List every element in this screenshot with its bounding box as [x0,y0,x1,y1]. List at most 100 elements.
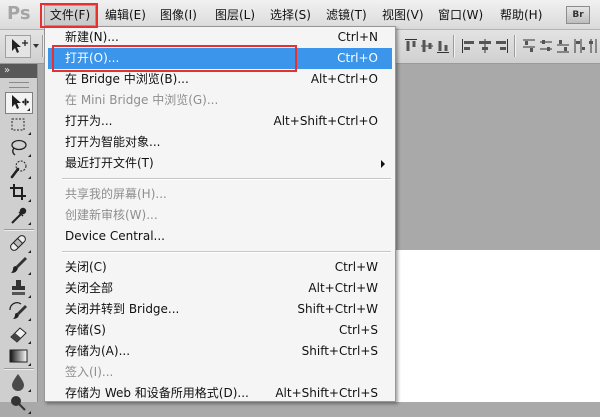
options-separator [514,35,516,57]
menu-item-label: 创建新审核(W)... [65,208,158,222]
menu-item-label: 打开为智能对象... [65,135,161,149]
menu-item-browse-in-bridge[interactable]: 在 Bridge 中浏览(B)... Alt+Ctrl+O [48,69,392,90]
photoshop-logo: Ps [7,3,31,24]
menu-item-save-as[interactable]: 存储为(A)... Shift+Ctrl+S [48,341,392,362]
move-tool-icon [12,39,28,53]
tool-gradient[interactable] [5,346,33,368]
align-top-edges-icon[interactable] [404,38,418,54]
menu-item-close-and-go-to-bridge[interactable]: 关闭并转到 Bridge... Shift+Ctrl+W [48,299,392,320]
align-bottom-edges-icon[interactable] [436,38,450,54]
menu-view[interactable]: 视图(V) [382,6,424,24]
menu-item-shortcut: Shift+Ctrl+S [301,344,378,358]
menu-item-label: 打开为... [65,114,113,128]
tools-separator [4,368,34,370]
lasso-tool-icon [11,139,27,156]
move-tool-icon [12,95,29,109]
align-horizontal-centers-icon[interactable] [478,38,492,54]
align-left-edges-icon[interactable] [461,38,475,54]
menu-separator [45,247,395,257]
distribute-bottom-icon[interactable] [556,38,570,54]
menu-item-shortcut: Ctrl+S [338,323,378,337]
annotation-box-file-menu [40,3,98,28]
annotation-box-open-item [52,45,297,72]
tool-quick-selection[interactable] [5,159,33,181]
menu-window[interactable]: 窗口(W) [438,6,483,24]
menu-item-label: 关闭(C) [65,260,107,274]
quick-selection-tool-icon [10,160,27,179]
menu-item-shortcut: Alt+Ctrl+W [308,281,378,295]
eraser-tool-icon [10,327,27,343]
menu-item-browse-in-mini-bridge: 在 Mini Bridge 中浏览(G)... [48,90,392,111]
tool-clone-stamp[interactable] [5,278,33,300]
menu-item-label: 存储为(A)... [65,344,131,358]
collapse-panel-icon[interactable]: » [4,65,10,76]
menu-item-label: 关闭并转到 Bridge... [65,302,180,316]
menu-separator [45,174,395,184]
document-area [396,250,600,402]
bridge-button[interactable]: Br [566,6,590,24]
menu-item-label: 在 Bridge 中浏览(B)... [65,72,189,86]
menu-item-shortcut: Ctrl+W [334,260,378,274]
brush-tool-icon [11,257,27,273]
tools-panel-header[interactable]: » [0,64,37,78]
tool-brush[interactable] [5,255,33,277]
menu-item-shortcut: Alt+Ctrl+O [310,72,378,86]
menu-item-shortcut: Ctrl+N [337,30,378,44]
distribute-vertical-centers-icon[interactable] [539,38,553,54]
clone-stamp-tool-icon [12,280,25,295]
menu-item-open-as-smart-object[interactable]: 打开为智能对象... [48,132,392,153]
menu-item-label: 共享我的屏幕(H)... [65,187,167,201]
menu-item-check-in: 签入(I)... [48,362,392,383]
menu-item-open-recent[interactable]: 最近打开文件(T) [48,153,392,174]
eyedropper-tool-icon [11,207,27,224]
menu-item-close[interactable]: 关闭(C) Ctrl+W [48,257,392,278]
panel-grip[interactable] [9,82,29,88]
menu-item-save[interactable]: 存储(S) Ctrl+S [48,320,392,341]
menu-item-label: 存储(S) [65,323,106,337]
menu-edit[interactable]: 编辑(E) [105,6,146,24]
menu-item-label: 签入(I)... [65,365,114,379]
submenu-arrow-icon [381,160,385,168]
menu-item-device-central[interactable]: Device Central... [48,226,392,247]
chevron-down-icon[interactable] [33,44,39,49]
distribute-left-icon[interactable] [573,38,585,54]
tool-blur[interactable] [5,372,33,394]
tools-panel: » [0,64,38,414]
distribute-horizontal-centers-icon[interactable] [588,38,598,54]
menu-item-shortcut: Alt+Shift+Ctrl+O [273,114,378,128]
tool-dodge[interactable] [5,394,33,416]
tools-separator [4,229,34,231]
gradient-tool-icon [9,349,28,363]
menu-item-open-as[interactable]: 打开为... Alt+Shift+Ctrl+O [48,111,392,132]
tool-history-brush[interactable] [5,301,33,323]
options-separator [453,35,455,57]
align-right-edges-icon[interactable] [495,38,509,54]
marquee-tool-icon [11,118,25,131]
crop-tool-icon [10,184,26,200]
menu-item-save-for-web[interactable]: 存储为 Web 和设备所用格式(D)... Alt+Shift+Ctrl+S [48,383,392,401]
tool-lasso[interactable] [5,137,33,159]
menu-image[interactable]: 图像(I) [160,6,197,24]
tool-preset-picker[interactable] [5,35,31,58]
file-menu-dropdown: 新建(N)... Ctrl+N 打开(O)... Ctrl+O 在 Bridge… [44,26,396,402]
tool-eraser[interactable] [5,324,33,346]
distribute-top-icon[interactable] [522,38,536,54]
menu-item-label: 关闭全部 [65,281,114,295]
menu-item-close-all[interactable]: 关闭全部 Alt+Ctrl+W [48,278,392,299]
menu-select[interactable]: 选择(S) [270,6,311,24]
menu-item-label: 在 Mini Bridge 中浏览(G)... [65,93,219,107]
menu-filter[interactable]: 滤镜(T) [326,6,367,24]
tool-spot-healing[interactable] [5,233,33,255]
tool-move[interactable] [5,92,33,114]
tool-marquee[interactable] [5,115,33,137]
history-brush-tool-icon [9,302,27,319]
align-vertical-centers-icon[interactable] [420,38,434,54]
tool-crop[interactable] [5,182,33,204]
menu-item-label: 存储为 Web 和设备所用格式(D)... [65,386,249,400]
tool-eyedropper[interactable] [5,205,33,227]
spot-healing-tool-icon [10,235,26,251]
menu-item-shortcut: Alt+Shift+Ctrl+S [275,386,378,400]
menu-item-label: Device Central... [65,229,165,243]
menu-layer[interactable]: 图层(L) [215,6,255,24]
menu-help[interactable]: 帮助(H) [500,6,542,24]
